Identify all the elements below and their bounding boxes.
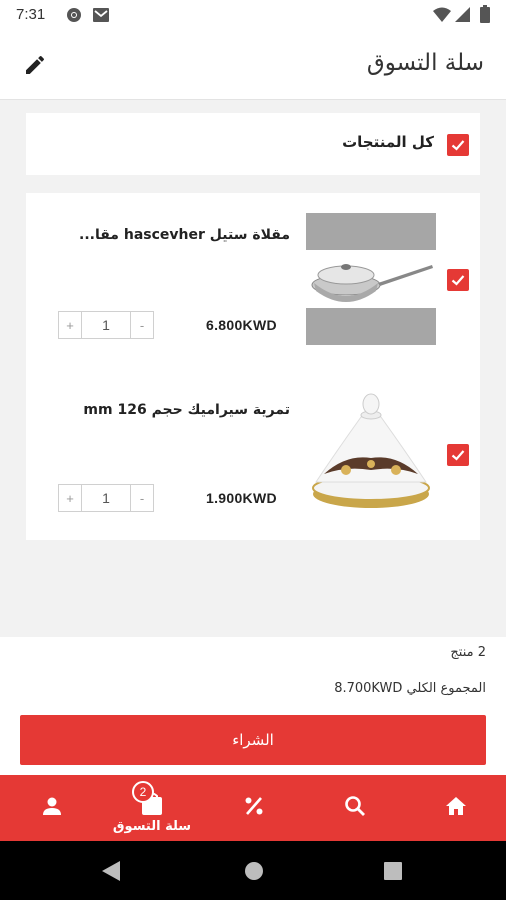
quantity-value[interactable]: 1 bbox=[81, 485, 131, 511]
increase-button[interactable]: + bbox=[59, 485, 81, 511]
bottom-nav: 2 سلة التسوق bbox=[0, 775, 506, 841]
nav-cart[interactable]: 2 سلة التسوق bbox=[104, 775, 200, 841]
product-price: 1.900KWD bbox=[206, 490, 277, 506]
nav-offers[interactable] bbox=[224, 775, 284, 841]
chrome-icon bbox=[66, 7, 82, 27]
quantity-stepper: + 1 - bbox=[58, 311, 154, 339]
cart-item: تمرية سيراميك حجم 126 mm 1.900KWD + 1 - bbox=[26, 368, 480, 543]
cart-item: مقلاة ستيل hascevher مقا... 6.800KWD + 1… bbox=[26, 193, 480, 368]
product-name[interactable]: مقلاة ستيل hascevher مقا... bbox=[79, 227, 290, 243]
battery-icon bbox=[480, 5, 490, 27]
home-icon bbox=[444, 794, 468, 822]
pencil-icon bbox=[23, 53, 47, 81]
cart-badge: 2 bbox=[132, 781, 154, 803]
quantity-value[interactable]: 1 bbox=[81, 312, 131, 338]
quantity-stepper: + 1 - bbox=[58, 484, 154, 512]
select-all-card: كل المنتجات bbox=[26, 113, 480, 175]
total-price: المجموع الكلي 8.700KWD bbox=[334, 681, 486, 696]
product-price: 6.800KWD bbox=[206, 317, 277, 333]
item-count: 2 منتج bbox=[450, 645, 486, 660]
percent-icon bbox=[242, 794, 266, 822]
nav-cart-label: سلة التسوق bbox=[112, 818, 192, 834]
gmail-icon bbox=[93, 7, 109, 26]
nav-search[interactable] bbox=[325, 775, 385, 841]
nav-profile[interactable] bbox=[22, 775, 82, 841]
decrease-button[interactable]: - bbox=[131, 312, 153, 338]
select-all-checkbox[interactable] bbox=[447, 134, 469, 156]
wifi-icon bbox=[433, 7, 451, 26]
product-image[interactable] bbox=[306, 382, 436, 512]
system-nav-bar bbox=[0, 841, 506, 900]
recents-icon[interactable] bbox=[384, 862, 402, 884]
edit-button[interactable] bbox=[20, 52, 50, 82]
cart-summary: 2 منتج المجموع الكلي 8.700KWD الشراء bbox=[0, 637, 506, 775]
select-all-label: كل المنتجات bbox=[342, 133, 434, 151]
search-icon bbox=[343, 794, 367, 822]
app-bar: سلة التسوق bbox=[0, 32, 506, 100]
item-checkbox[interactable] bbox=[447, 444, 469, 466]
status-bar: 7:31 bbox=[0, 0, 506, 32]
home-circle-icon[interactable] bbox=[244, 861, 264, 885]
nav-home[interactable] bbox=[426, 775, 486, 841]
signal-icon bbox=[455, 7, 470, 26]
product-image[interactable] bbox=[306, 213, 436, 345]
item-checkbox[interactable] bbox=[447, 269, 469, 291]
person-icon bbox=[40, 794, 64, 822]
buy-button[interactable]: الشراء bbox=[20, 715, 486, 765]
cart-items-card: مقلاة ستيل hascevher مقا... 6.800KWD + 1… bbox=[26, 193, 480, 540]
page-title: سلة التسوق bbox=[366, 50, 484, 76]
product-name[interactable]: تمرية سيراميك حجم 126 mm bbox=[83, 402, 290, 418]
decrease-button[interactable]: - bbox=[131, 485, 153, 511]
back-icon[interactable] bbox=[102, 861, 120, 885]
increase-button[interactable]: + bbox=[59, 312, 81, 338]
status-time: 7:31 bbox=[16, 6, 46, 23]
